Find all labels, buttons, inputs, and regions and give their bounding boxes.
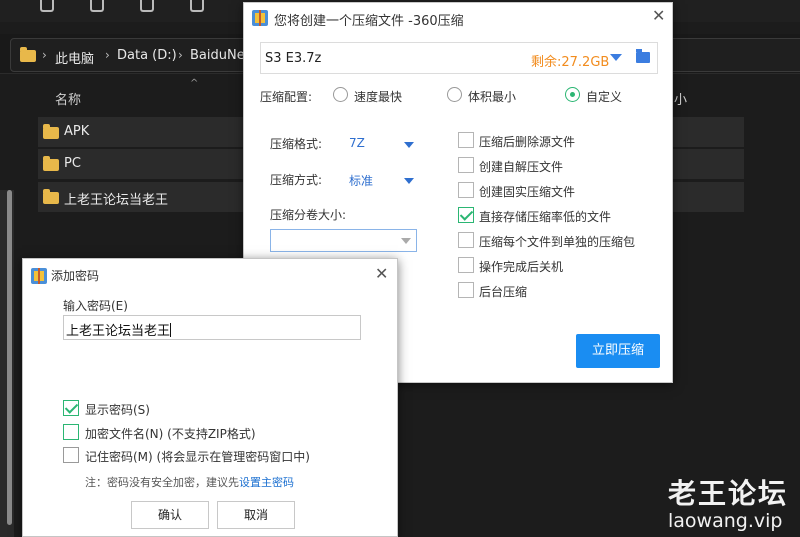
close-icon[interactable]: ✕ <box>375 264 388 283</box>
checkbox-solid-archive-label[interactable]: 创建固实压缩文件 <box>479 183 575 200</box>
checkbox-self-extracting-label[interactable]: 创建自解压文件 <box>479 158 563 175</box>
archive-app-icon <box>252 10 268 26</box>
checkbox-background-label[interactable]: 后台压缩 <box>479 283 527 300</box>
security-note-text: 注：密码没有安全加密，建议先 <box>85 476 239 489</box>
checkbox-solid-archive[interactable] <box>458 182 474 198</box>
chevron-right-icon: › <box>178 48 183 62</box>
checkbox-store-low-ratio-label[interactable]: 直接存储压缩率低的文件 <box>479 208 611 225</box>
share-icon[interactable] <box>190 0 204 12</box>
folder-icon <box>43 124 59 139</box>
chevron-down-icon[interactable] <box>404 142 414 148</box>
checkbox-shutdown[interactable] <box>458 257 474 273</box>
folder-icon <box>43 156 59 171</box>
archive-filename: S3 E3.7z <box>265 51 322 66</box>
checkbox-show-password[interactable] <box>63 400 79 416</box>
checkbox-show-password-label[interactable]: 显示密码(S) <box>85 401 150 418</box>
free-space-label: 剩余:27.2GB <box>531 55 610 70</box>
file-name: APK <box>64 124 90 139</box>
chevron-right-icon: › <box>42 48 47 62</box>
format-label: 压缩格式: <box>270 137 323 151</box>
checkbox-separate-archives-label[interactable]: 压缩每个文件到单独的压缩包 <box>479 233 635 250</box>
password-input[interactable]: 上老王论坛当老王 <box>63 315 361 340</box>
checkbox-delete-source-label[interactable]: 压缩后删除源文件 <box>479 133 575 150</box>
method-label: 压缩方式: <box>270 173 323 187</box>
chevron-down-icon[interactable] <box>404 178 414 184</box>
checkbox-self-extracting[interactable] <box>458 157 474 173</box>
column-header-name[interactable]: 名称 <box>55 89 81 108</box>
folder-icon <box>43 189 59 204</box>
column-header-size[interactable]: 小 <box>674 89 687 108</box>
checkbox-encrypt-filenames-label[interactable]: 加密文件名(N) (不支持ZIP格式) <box>85 425 256 442</box>
checkbox-store-low-ratio[interactable] <box>458 207 474 223</box>
text-caret <box>170 323 172 337</box>
checkbox-remember-password-label[interactable]: 记住密码(M) (将会显示在管理密码窗口中) <box>85 448 310 465</box>
dropdown-arrow-icon[interactable] <box>610 54 622 61</box>
archive-app-icon <box>31 268 47 284</box>
radio-custom[interactable] <box>565 87 580 102</box>
paste-icon[interactable] <box>90 0 104 12</box>
copy-icon[interactable] <box>40 0 54 12</box>
browse-folder-icon[interactable] <box>636 49 650 63</box>
volume-size-select[interactable] <box>270 229 417 252</box>
password-value: 上老王论坛当老王 <box>66 324 171 339</box>
volume-label: 压缩分卷大小: <box>270 208 347 222</box>
rename-icon[interactable] <box>140 0 154 12</box>
add-password-dialog: 添加密码 ✕ 输入密码(E) 上老王论坛当老王 显示密码(S) 加密文件名(N)… <box>22 258 398 537</box>
file-name: PC <box>64 156 81 171</box>
checkbox-background[interactable] <box>458 282 474 298</box>
format-select[interactable]: 7Z <box>349 136 365 150</box>
ok-button[interactable]: 确认 <box>131 501 209 529</box>
radio-fastest-label[interactable]: 速度最快 <box>354 88 402 105</box>
config-label: 压缩配置: <box>260 90 313 104</box>
radio-custom-label[interactable]: 自定义 <box>586 88 622 105</box>
breadcrumb-this-pc[interactable]: 此电脑 <box>55 48 94 67</box>
watermark-logo: 老王论坛 <box>668 477 789 510</box>
sort-caret-icon: ^ <box>190 78 199 89</box>
breadcrumb-drive[interactable]: Data (D:) <box>117 48 177 63</box>
checkbox-shutdown-label[interactable]: 操作完成后关机 <box>479 258 563 275</box>
radio-fastest[interactable] <box>333 87 348 102</box>
archive-path-input[interactable]: S3 E3.7z 剩余:27.2GB <box>260 42 658 74</box>
folder-icon <box>20 47 36 62</box>
scrollbar[interactable] <box>7 190 12 525</box>
set-master-password-link[interactable]: 设置主密码 <box>239 476 294 489</box>
checkbox-separate-archives[interactable] <box>458 232 474 248</box>
radio-smallest[interactable] <box>447 87 462 102</box>
dialog-title: 您将创建一个压缩文件 -360压缩 <box>274 14 464 29</box>
chevron-right-icon: › <box>105 48 110 62</box>
checkbox-encrypt-filenames[interactable] <box>63 424 79 440</box>
checkbox-delete-source[interactable] <box>458 132 474 148</box>
breadcrumb-folder[interactable]: BaiduNet <box>190 48 250 63</box>
radio-smallest-label[interactable]: 体积最小 <box>468 88 516 105</box>
security-note: 注：密码没有安全加密，建议先设置主密码 <box>85 474 294 490</box>
file-name: 上老王论坛当老王 <box>64 193 169 208</box>
close-icon[interactable]: ✕ <box>652 6 665 25</box>
password-input-label: 输入密码(E) <box>63 299 128 313</box>
chevron-down-icon[interactable] <box>401 238 411 244</box>
cancel-button[interactable]: 取消 <box>217 501 295 529</box>
checkbox-remember-password[interactable] <box>63 447 79 463</box>
dialog-title: 添加密码 <box>51 269 100 283</box>
watermark-url: laowang.vip <box>668 510 783 532</box>
method-select[interactable]: 标准 <box>349 172 373 189</box>
compress-now-button[interactable]: 立即压缩 <box>576 334 660 368</box>
